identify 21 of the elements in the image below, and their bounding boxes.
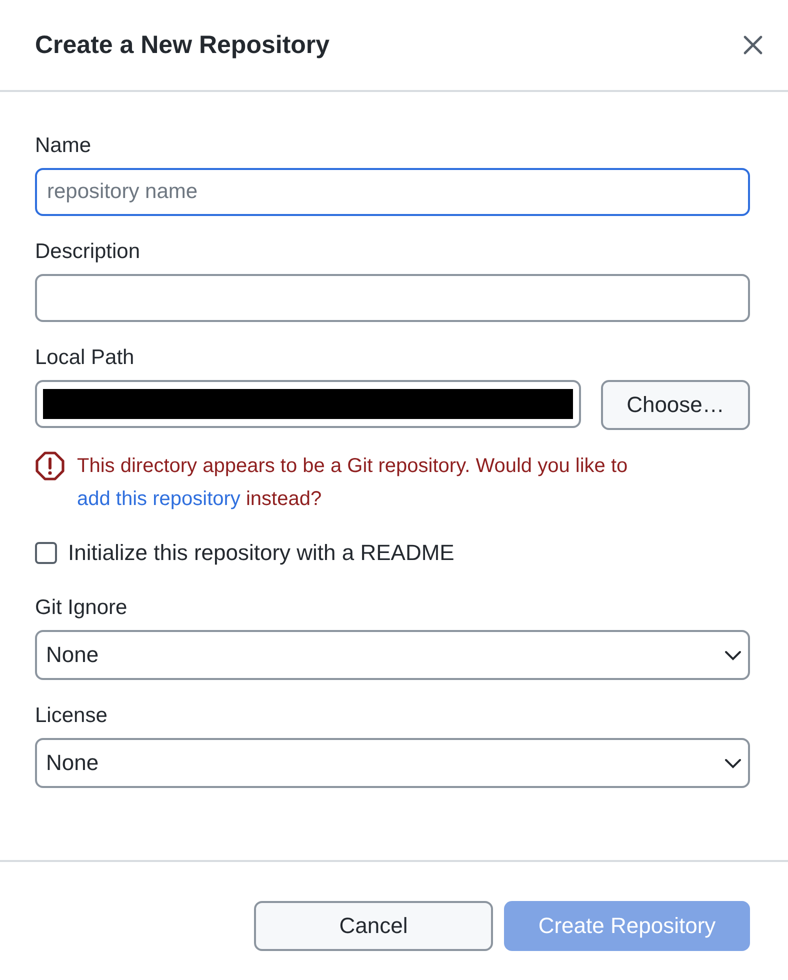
field-label: Local Path (35, 346, 136, 370)
add-repository-link[interactable]: add this repository (77, 488, 240, 510)
field-label: License (35, 704, 108, 728)
field-label: Git Ignore (35, 596, 128, 620)
chevron-down-icon (724, 650, 742, 660)
text-field[interactable]: repository name (35, 168, 750, 216)
dropdown[interactable]: None (35, 630, 750, 680)
dialog-title: Create a New Repository (35, 30, 330, 60)
field-label: Description (35, 240, 142, 264)
warning-message: This directory appears to be a Git repository. Would you like to add this repository instead? (77, 454, 629, 512)
warning-icon (35, 451, 65, 481)
chevron-down-icon (724, 758, 742, 768)
close-icon[interactable] (742, 34, 764, 56)
path-field[interactable] (35, 380, 581, 428)
choose-button[interactable]: Choose… (601, 380, 750, 430)
checkbox-label: Initialize this repository with a README (68, 540, 454, 566)
checkbox[interactable] (35, 542, 57, 564)
text-field[interactable] (35, 274, 750, 322)
dropdown[interactable]: None (35, 738, 750, 788)
field-label: Name (35, 134, 92, 158)
dialog-button[interactable]: Cancel (254, 901, 493, 951)
